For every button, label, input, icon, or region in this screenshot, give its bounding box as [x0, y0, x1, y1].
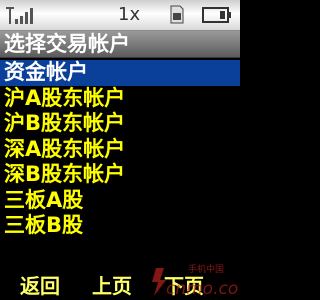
battery-icon — [202, 7, 231, 23]
menu-item-sz-b-account[interactable]: 深B股东帐户 — [0, 162, 240, 188]
watermark-text-top: 手机中国 — [188, 263, 224, 275]
back-softkey[interactable]: 返回 — [20, 270, 60, 299]
menu-item-otc-b-share[interactable]: 三板B股 — [0, 213, 240, 239]
network-mode-indicator: 1x — [118, 4, 141, 25]
watermark-text-bottom: cnmo.com — [166, 279, 238, 299]
sim-card-icon — [170, 5, 184, 24]
menu-item-fund-account[interactable]: 资金帐户 — [0, 60, 240, 86]
prev-page-softkey[interactable]: 上页 — [92, 270, 132, 299]
signal-strength-icon — [6, 7, 33, 24]
title-bar: 选择交易帐户 — [0, 31, 240, 58]
cnmo-watermark-logo: 手机中国 cnmo.com — [152, 263, 238, 299]
menu-item-sh-a-account[interactable]: 沪A股东帐户 — [0, 86, 240, 112]
menu-item-sz-a-account[interactable]: 深A股东帐户 — [0, 137, 240, 163]
account-menu: 资金帐户 沪A股东帐户 沪B股东帐户 深A股东帐户 深B股东帐户 三板A股 三板… — [0, 60, 240, 239]
status-bar: 1x — [0, 0, 240, 31]
page-title: 选择交易帐户 — [4, 32, 130, 56]
menu-item-otc-a-share[interactable]: 三板A股 — [0, 188, 240, 214]
menu-item-sh-b-account[interactable]: 沪B股东帐户 — [0, 111, 240, 137]
